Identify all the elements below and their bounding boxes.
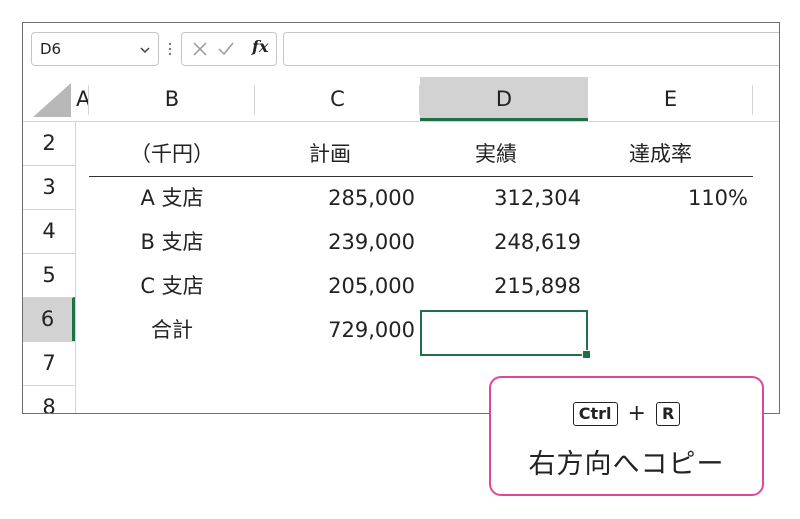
column-header-d[interactable]: D xyxy=(420,77,588,121)
grid-line xyxy=(75,121,76,413)
cell-e2[interactable]: 達成率 xyxy=(629,132,749,176)
formula-input[interactable] xyxy=(283,32,779,66)
check-icon[interactable] xyxy=(218,41,234,57)
column-header-e[interactable]: E xyxy=(588,77,753,121)
cell-c3[interactable]: 285,000 xyxy=(255,176,415,220)
cell-c4[interactable]: 239,000 xyxy=(255,220,415,264)
grid-line xyxy=(75,121,779,122)
cell-c5[interactable]: 205,000 xyxy=(255,264,415,308)
spreadsheet-window: D6 fx A B C D E 2 3 4 5 6 7 8 （千円） 計画 実績… xyxy=(22,22,780,414)
cell-d3[interactable]: 312,304 xyxy=(420,176,581,220)
formula-bar: D6 fx xyxy=(23,23,779,75)
r-key: R xyxy=(655,401,681,426)
cell-b4[interactable]: B 支店 xyxy=(89,220,255,264)
insert-function-icon[interactable]: fx xyxy=(252,37,268,56)
chevron-down-icon[interactable] xyxy=(138,43,152,57)
cell-e6[interactable] xyxy=(588,308,748,352)
row-header-2[interactable]: 2 xyxy=(23,121,75,165)
cell-d4[interactable]: 248,619 xyxy=(420,220,581,264)
cell-e3[interactable]: 110% xyxy=(588,176,748,220)
column-header-a[interactable]: A xyxy=(75,77,90,121)
column-header-c[interactable]: C xyxy=(255,77,420,121)
cell-b6[interactable]: 合計 xyxy=(89,308,255,352)
row-header-7[interactable]: 7 xyxy=(23,341,75,385)
active-cell-border[interactable] xyxy=(420,310,588,356)
cell-d2[interactable]: 実績 xyxy=(475,132,585,176)
callout-description: 右方向へコピー xyxy=(528,449,725,480)
row-header-6[interactable]: 6 xyxy=(23,297,75,341)
cancel-icon[interactable] xyxy=(192,41,208,57)
drag-handle-icon[interactable] xyxy=(168,40,172,58)
row-header-3[interactable]: 3 xyxy=(23,165,75,209)
name-box[interactable]: D6 xyxy=(31,32,159,66)
cell-b2[interactable]: （千円） xyxy=(89,132,255,176)
shortcut-keys: Ctrl + R xyxy=(491,400,762,426)
cell-c6[interactable]: 729,000 xyxy=(255,308,415,352)
select-all-corner[interactable] xyxy=(23,77,75,121)
cell-e5[interactable] xyxy=(588,264,748,308)
plus-sign: + xyxy=(627,401,646,426)
cell-e4[interactable] xyxy=(588,220,748,264)
row-header-5[interactable]: 5 xyxy=(23,253,75,297)
shortcut-callout: Ctrl + R 右方向へコピー xyxy=(489,376,764,496)
formula-buttons: fx xyxy=(181,32,277,66)
row-header-8[interactable]: 8 xyxy=(23,385,75,413)
cell-d5[interactable]: 215,898 xyxy=(420,264,581,308)
row-header-4[interactable]: 4 xyxy=(23,209,75,253)
cell-c2[interactable]: 計画 xyxy=(309,132,419,176)
ctrl-key: Ctrl xyxy=(572,401,618,426)
cell-b3[interactable]: A 支店 xyxy=(89,176,255,220)
name-box-value: D6 xyxy=(40,40,62,58)
column-header-b[interactable]: B xyxy=(89,77,255,121)
cell-b5[interactable]: C 支店 xyxy=(89,264,255,308)
fill-handle[interactable] xyxy=(582,350,591,359)
select-all-triangle-icon xyxy=(33,83,71,117)
